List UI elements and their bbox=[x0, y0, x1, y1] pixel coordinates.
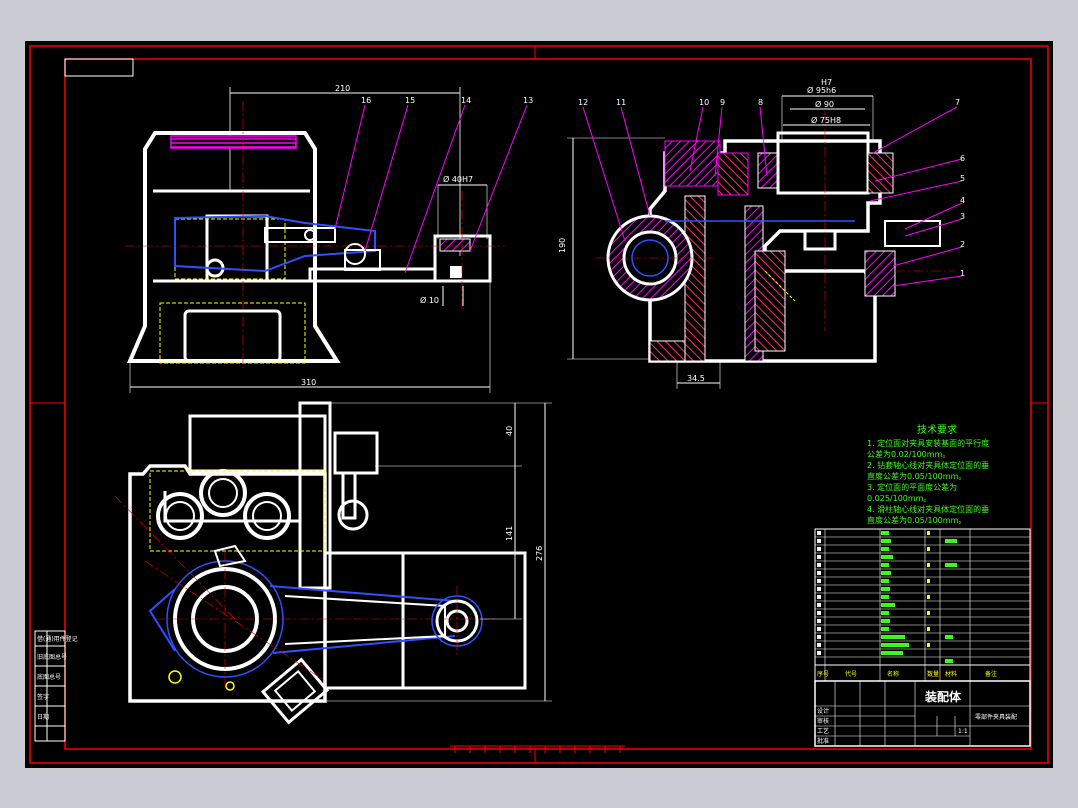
balloon-1: 1 bbox=[960, 269, 965, 278]
dim-tol-text: H7 bbox=[821, 78, 832, 87]
balloon-6: 6 bbox=[960, 154, 965, 163]
balloon-14: 14 bbox=[461, 96, 471, 105]
drawing-canvas: 借(通)用件登记 旧底图总号 底图总号 签字 日期 210 Ø 40H7 Ø 1… bbox=[29, 45, 1049, 764]
strip-label-5: 日期 bbox=[37, 713, 49, 721]
dim-bore-text: Ø 40H7 bbox=[443, 174, 473, 184]
balloon-15: 15 bbox=[405, 96, 415, 105]
dim-bottom-width-text: 310 bbox=[301, 378, 316, 387]
balloon-13: 13 bbox=[523, 96, 533, 105]
tech-line-4: 直度公差为0.05/100mm。 bbox=[867, 471, 966, 481]
col-material: 材料 bbox=[945, 670, 957, 678]
balloon-12: 12 bbox=[578, 98, 588, 107]
tech-line-7: 4. 滑柱轴心线对夹具体定位面的垂 bbox=[867, 504, 989, 514]
balloon-8: 8 bbox=[758, 98, 763, 107]
row-process: 工艺 bbox=[817, 727, 829, 735]
dim-height-text: 190 bbox=[558, 238, 567, 253]
strip-label-1: 借(通)用件登记 bbox=[37, 635, 78, 643]
strip-label-2: 旧底图总号 bbox=[37, 653, 67, 661]
drawing-sheet: 借(通)用件登记 旧底图总号 底图总号 签字 日期 210 Ø 40H7 Ø 1… bbox=[25, 41, 1053, 768]
balloon-4: 4 bbox=[960, 196, 965, 205]
row-approve: 批准 bbox=[817, 737, 829, 745]
body-outline bbox=[126, 131, 341, 363]
dim-pin-text: Ø 10 bbox=[420, 295, 439, 305]
col-remark: 备注 bbox=[985, 670, 997, 678]
drawing-frame bbox=[29, 45, 1049, 764]
dim-b-text: 141 bbox=[505, 526, 514, 541]
tech-requirements: 技术要求 1. 定位面对夹具安装基面的平行度 公差为0.02/100mm。 2.… bbox=[867, 423, 989, 525]
title-block: 装配体 零部件夹具装配 1:1 设计 审核 工艺 批准 bbox=[814, 680, 1031, 747]
left-binding-strip: 借(通)用件登记 旧底图总号 底图总号 签字 日期 bbox=[34, 630, 78, 742]
tech-line-6: 0.025/100mm。 bbox=[867, 494, 931, 503]
balloon-5: 5 bbox=[960, 174, 965, 183]
tech-line-5: 3. 定位面的平面度公差为 bbox=[867, 482, 957, 492]
tech-line-1: 1. 定位面对夹具安装基面的平行度 bbox=[867, 438, 989, 448]
tech-line-8: 直度公差为0.05/100mm。 bbox=[867, 515, 966, 525]
row-review: 审核 bbox=[817, 717, 829, 725]
strip-label-4: 签字 bbox=[37, 693, 49, 701]
tech-line-3: 2. 钻套轴心线对夹具体定位面的垂 bbox=[867, 460, 989, 470]
col-qty: 数量 bbox=[927, 670, 939, 678]
parts-list: 序号 代号 名称 数量 材料 备注 bbox=[814, 528, 1031, 682]
balloon-11: 11 bbox=[616, 98, 626, 107]
dim-d3-text: Ø 75H8 bbox=[811, 115, 841, 125]
balloon-7: 7 bbox=[955, 98, 960, 107]
col-code: 代号 bbox=[845, 670, 857, 678]
balloon-3: 3 bbox=[960, 212, 965, 221]
balloon-10: 10 bbox=[699, 98, 709, 107]
dim-c-text: 276 bbox=[535, 546, 544, 561]
strip-label-3: 底图总号 bbox=[37, 673, 61, 681]
plan-side-block bbox=[323, 551, 527, 690]
row-design: 设计 bbox=[817, 707, 829, 715]
front-view: 210 Ø 40H7 Ø 10 310 16 15 14 13 bbox=[125, 84, 533, 393]
dim-base-text: 34.5 bbox=[687, 374, 705, 383]
balloon-2: 2 bbox=[960, 240, 965, 249]
scale-text: 1:1 bbox=[958, 728, 968, 735]
tech-line-2: 公差为0.02/100mm。 bbox=[867, 449, 950, 459]
drawing-name: 装配体 bbox=[924, 689, 962, 704]
balloon-16: 16 bbox=[361, 96, 371, 105]
tech-title: 技术要求 bbox=[917, 423, 957, 436]
dim-top-width-text: 210 bbox=[335, 84, 350, 93]
col-name: 名称 bbox=[887, 670, 899, 678]
col-no: 序号 bbox=[817, 670, 829, 678]
side-view: Ø 95h6 H7 Ø 90 Ø 75H8 190 34.5 12 11 10 bbox=[558, 78, 965, 389]
balloon-9: 9 bbox=[720, 98, 725, 107]
top-grille bbox=[170, 135, 297, 149]
plan-view: 40 141 276 bbox=[114, 401, 552, 725]
dim-d2-text: Ø 90 bbox=[815, 99, 834, 109]
product-name: 零部件夹具装配 bbox=[975, 713, 1017, 721]
dim-a-text: 40 bbox=[505, 426, 514, 436]
